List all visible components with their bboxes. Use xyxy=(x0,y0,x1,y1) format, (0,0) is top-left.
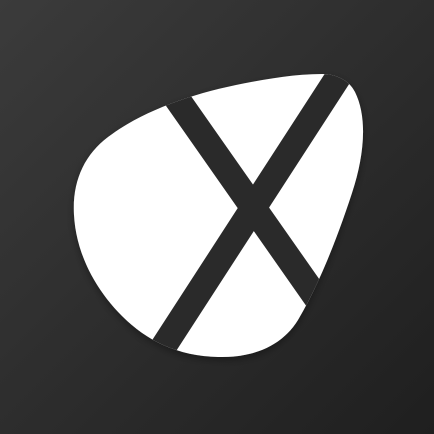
app-icon-graphic xyxy=(0,0,434,434)
app-icon xyxy=(0,0,434,434)
